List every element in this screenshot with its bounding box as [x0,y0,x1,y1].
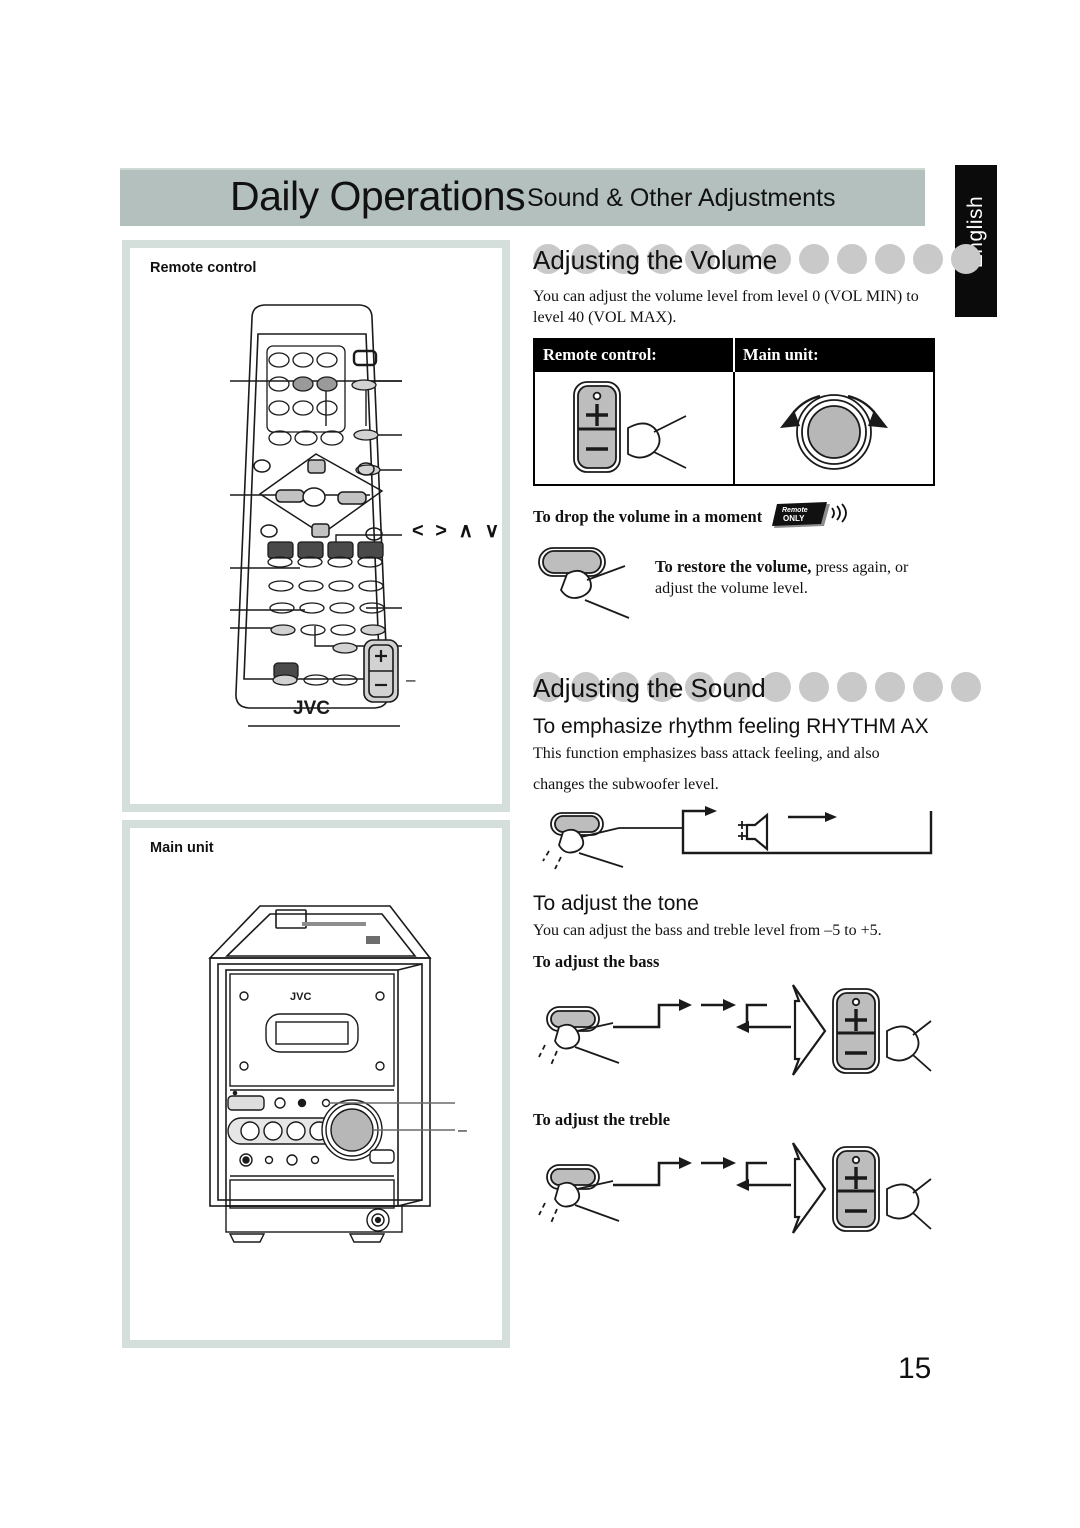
main-unit-brand-text: JVC [290,991,311,1003]
main-unit-illustration: JVC – [208,905,467,1243]
volume-intro-text: You can adjust the volume level from lev… [533,288,919,326]
large-arrow-icon [791,984,827,1076]
mute-restore-row: To restore the volume, press again, or a… [533,540,933,626]
remote-only-badge-icon: Remote ONLY [772,502,848,528]
tone-heading: To adjust the tone [533,892,699,915]
rhythm-ax-flow-diagram [542,806,933,870]
nav-callout-label: < > ∧ ∨ [412,520,502,542]
svg-text:Remote: Remote [782,507,808,514]
remote-control-panel-label: Remote control [150,260,257,276]
remote-control-panel: Remote control JVC < > ∧ ∨ – [122,240,510,812]
page-number: 15 [898,1352,932,1385]
remote-control-illustration: JVC < > ∧ ∨ – [230,304,502,727]
tone-body: You can adjust the bass and treble level… [533,922,882,939]
restore-volume-rest: press again, or [811,559,909,576]
rhythm-ax-body-line1: This function emphasizes bass attack fee… [533,745,880,762]
rhythm-ax-heading: To emphasize rhythm feeling RHYTHM AX [533,715,929,738]
remote-only-badge: Remote ONLY [772,502,850,532]
remote-brand-text: JVC [293,698,330,719]
treble-heading: To adjust the treble [533,1110,671,1129]
main-unit-panel: Main unit JVC – [122,820,510,1348]
sound-heading-text: Adjusting the Sound [533,673,766,703]
manual-page: Daily Operations Sound & Other Adjustmen… [0,0,1080,1528]
restore-volume-line1: To restore the volume, press again, or [655,556,908,578]
press-button-finger-illustration [538,547,630,619]
right-content-column: Adjusting the Volume You can adjust the … [533,240,981,1261]
speaker-icon [738,812,769,852]
volume-section-heading: Adjusting the Volume [533,240,981,280]
table-header-remote: Remote control: [534,339,735,371]
main-unit-volume-knob-illustration [780,394,888,470]
bass-adjust-diagram [538,984,932,1076]
mainunit-volume-cell [733,370,934,486]
svg-text:ONLY: ONLY [783,514,805,523]
main-unit-panel-label: Main unit [150,840,214,856]
svg-text:–: – [406,670,416,689]
page-title-sub: Sound & Other Adjustments [527,184,836,212]
svg-text:–: – [458,1122,467,1139]
page-title-main: Daily Operations [230,173,526,219]
bass-heading: To adjust the bass [533,952,660,971]
restore-volume-line2: adjust the volume level. [655,580,808,597]
remote-volume-cell [534,370,735,486]
remote-volume-button-illustration [573,381,687,473]
mute-heading-text: To drop the volume in a moment [533,507,763,526]
restore-volume-bold: To restore the volume, [655,557,812,576]
large-arrow-icon [791,1142,827,1234]
sound-section-heading: Adjusting the Sound [533,668,981,708]
treble-adjust-diagram [538,1142,932,1234]
mute-heading-row: To drop the volume in a moment Remote ON… [533,502,933,532]
table-header-row: Remote control: Main unit: [534,339,934,371]
page-header-band: Daily Operations Sound & Other Adjustmen… [120,168,925,226]
language-tab: English [955,165,997,317]
volume-controls-table: Remote control: Main unit: [533,338,935,486]
rhythm-ax-body-line2: changes the subwoofer level. [533,776,719,793]
table-row [534,370,934,486]
language-tab-label: English [964,195,987,269]
table-header-mainunit: Main unit: [734,339,934,371]
volume-heading-text: Adjusting the Volume [533,245,778,275]
